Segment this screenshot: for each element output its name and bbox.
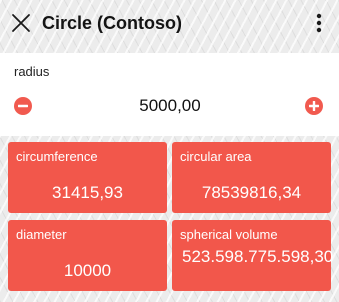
plus-circle-icon (309, 101, 319, 111)
radius-input-card: radius 5000,00 (0, 53, 339, 136)
diameter-value: 10000 (63, 261, 112, 280)
circular-area-value: 78539816,34 (201, 183, 302, 202)
close-icon (12, 14, 30, 32)
increment-button[interactable] (305, 97, 323, 115)
app-bar: Circle (Contoso) (0, 0, 339, 46)
diameter-label: diameter (16, 227, 67, 242)
page-title: Circle (Contoso) (42, 13, 183, 33)
diameter-tile[interactable]: diameter 10000 (8, 220, 167, 291)
radius-label: radius (14, 64, 50, 79)
minus-circle-icon (18, 104, 28, 108)
spherical-volume-value: 523.598.775.598,30 (182, 247, 334, 266)
circumference-tile[interactable]: circumference 31415,93 (8, 142, 167, 213)
circumference-value: 31415,93 (52, 183, 123, 202)
more-vert-icon (316, 13, 322, 33)
decrement-button[interactable] (14, 97, 32, 115)
spherical-volume-tile[interactable]: spherical volume 523.598.775.598,30 (172, 220, 334, 291)
circular-area-tile[interactable]: circular area 78539816,34 (172, 142, 331, 213)
circular-area-label: circular area (180, 149, 252, 164)
more-options-button[interactable] (309, 11, 329, 35)
close-button[interactable] (9, 11, 33, 35)
radius-value-field[interactable]: 5000,00 (40, 95, 300, 117)
circumference-label: circumference (16, 149, 98, 164)
spherical-volume-label: spherical volume (180, 227, 278, 242)
